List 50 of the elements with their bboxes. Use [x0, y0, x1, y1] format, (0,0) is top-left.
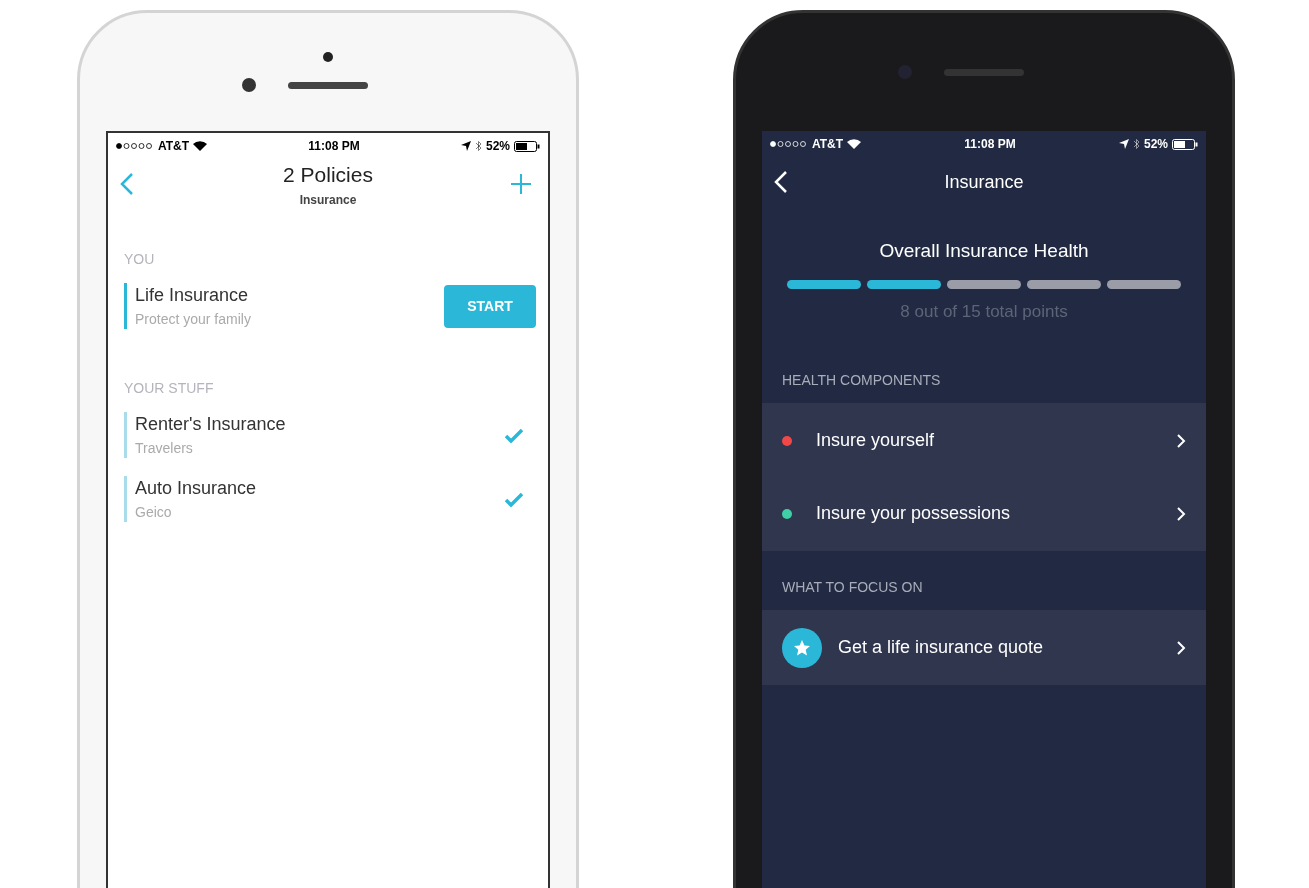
- section-header: YOU: [123, 250, 156, 269]
- list-row[interactable]: Insure your possessions: [762, 477, 1206, 550]
- bluetooth-icon: [1132, 138, 1140, 150]
- status-time: 11:08 PM: [964, 136, 1016, 153]
- policy-title: Renter's Insurance: [135, 413, 287, 436]
- chevron-icon: [1176, 505, 1186, 522]
- checkmark-icon: [504, 427, 524, 443]
- health-title: Overall Insurance Health: [879, 239, 1089, 263]
- policy-subtitle: Geico: [135, 503, 173, 522]
- nav-title: 2 Policies: [283, 162, 373, 189]
- policy-subtitle: Protect your family: [135, 310, 252, 329]
- nav-subtitle: Insurance: [299, 191, 357, 209]
- checkmark-icon: [504, 491, 524, 507]
- section-header: WHAT TO FOCUS ON: [781, 578, 924, 597]
- battery-label: 52%: [485, 138, 510, 155]
- camera-icon: [242, 78, 256, 92]
- policy-title: Life Insurance: [135, 284, 250, 307]
- signal-icon: [770, 141, 808, 147]
- accent-bar: [124, 412, 127, 458]
- chevron-icon: [1176, 639, 1186, 656]
- row-title: Insure yourself: [816, 429, 936, 452]
- location-icon: [1118, 139, 1129, 149]
- carrier-label: AT&T: [812, 136, 844, 153]
- section-header: YOUR STUFF: [123, 379, 215, 398]
- row-title: Insure your possessions: [816, 502, 1012, 525]
- carrier-label: AT&T: [158, 138, 190, 155]
- nav-title: Insurance: [944, 170, 1024, 194]
- wifi-icon: [847, 139, 862, 149]
- bluetooth-icon: [474, 140, 482, 152]
- chevron-icon: [1176, 432, 1186, 449]
- health-caption: 8 out of 15 total points: [900, 300, 1068, 323]
- add-icon[interactable]: [510, 173, 532, 195]
- status-time: 11:08 PM: [308, 138, 360, 155]
- list-row[interactable]: Get a life insurance quote: [762, 611, 1206, 684]
- signal-icon: [116, 143, 154, 149]
- section-header: HEALTH COMPONENTS: [781, 371, 942, 390]
- speaker-icon: [288, 81, 368, 89]
- policy-title: Auto Insurance: [135, 477, 258, 500]
- accent-bar: [124, 476, 127, 522]
- policy-subtitle: Travelers: [135, 439, 194, 458]
- battery-icon: [514, 140, 540, 152]
- wifi-icon: [193, 141, 208, 151]
- list-row[interactable]: Insure yourself: [762, 404, 1206, 477]
- location-icon: [460, 141, 471, 151]
- row-title: Get a life insurance quote: [838, 636, 1045, 659]
- battery-icon: [1172, 138, 1198, 150]
- phone-sensor-icon: [323, 52, 333, 62]
- accent-bar: [124, 283, 127, 329]
- battery-label: 52%: [1143, 136, 1168, 153]
- speaker-icon: [944, 68, 1024, 76]
